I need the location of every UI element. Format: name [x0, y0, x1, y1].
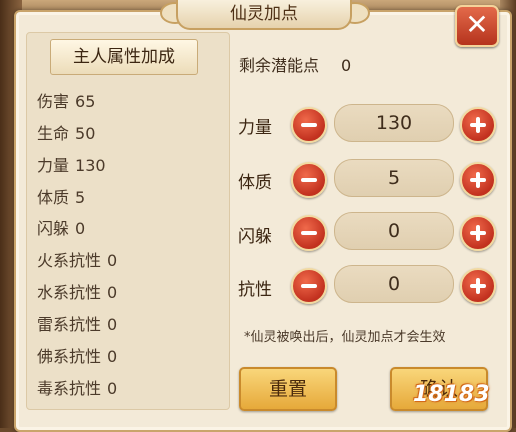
stat-row-hp: 生命 50: [37, 124, 96, 143]
stat-row-poison-resist: 毒系抗性 0: [37, 379, 118, 398]
attr-label-dodge: 闪躲: [238, 227, 272, 247]
attr-label-resistance: 抗性: [238, 280, 272, 300]
attr-label-strength: 力量: [238, 118, 272, 138]
dodge-value: 0: [334, 212, 454, 250]
attr-label-constitution: 体质: [238, 173, 272, 193]
dodge-increase-button[interactable]: [460, 215, 496, 251]
strength-value: 130: [334, 104, 454, 142]
strength-decrease-button[interactable]: [291, 107, 327, 143]
constitution-decrease-button[interactable]: [291, 162, 327, 198]
resistance-value: 0: [334, 265, 454, 303]
remaining-points: 剩余潜能点 0: [239, 56, 352, 75]
site-watermark-logo: 18183: [413, 382, 490, 407]
stat-row-strength: 力量 130: [37, 156, 106, 175]
stat-row-water-resist: 水系抗性 0: [37, 283, 118, 302]
owner-attribute-bonus-tab[interactable]: 主人属性加成: [50, 39, 198, 75]
resistance-increase-button[interactable]: [460, 268, 496, 304]
constitution-value: 5: [334, 159, 454, 197]
resistance-decrease-button[interactable]: [291, 268, 327, 304]
close-button[interactable]: ✕: [455, 5, 499, 47]
activation-note: *仙灵被唤出后，仙灵加点才会生效: [244, 330, 446, 345]
stat-row-fire-resist: 火系抗性 0: [37, 251, 118, 270]
stat-row-constitution: 体质 5: [37, 188, 86, 207]
stat-row-buddha-resist: 佛系抗性 0: [37, 347, 118, 366]
dodge-decrease-button[interactable]: [291, 215, 327, 251]
reset-button[interactable]: 重置: [239, 367, 337, 411]
stat-row-dodge: 闪躲 0: [37, 219, 86, 238]
close-icon: ✕: [465, 8, 489, 41]
stat-row-damage: 伤害 65: [37, 92, 96, 111]
stat-row-thunder-resist: 雷系抗性 0: [37, 315, 118, 334]
strength-increase-button[interactable]: [460, 107, 496, 143]
dialog-title: 仙灵加点: [176, 0, 352, 30]
constitution-increase-button[interactable]: [460, 162, 496, 198]
